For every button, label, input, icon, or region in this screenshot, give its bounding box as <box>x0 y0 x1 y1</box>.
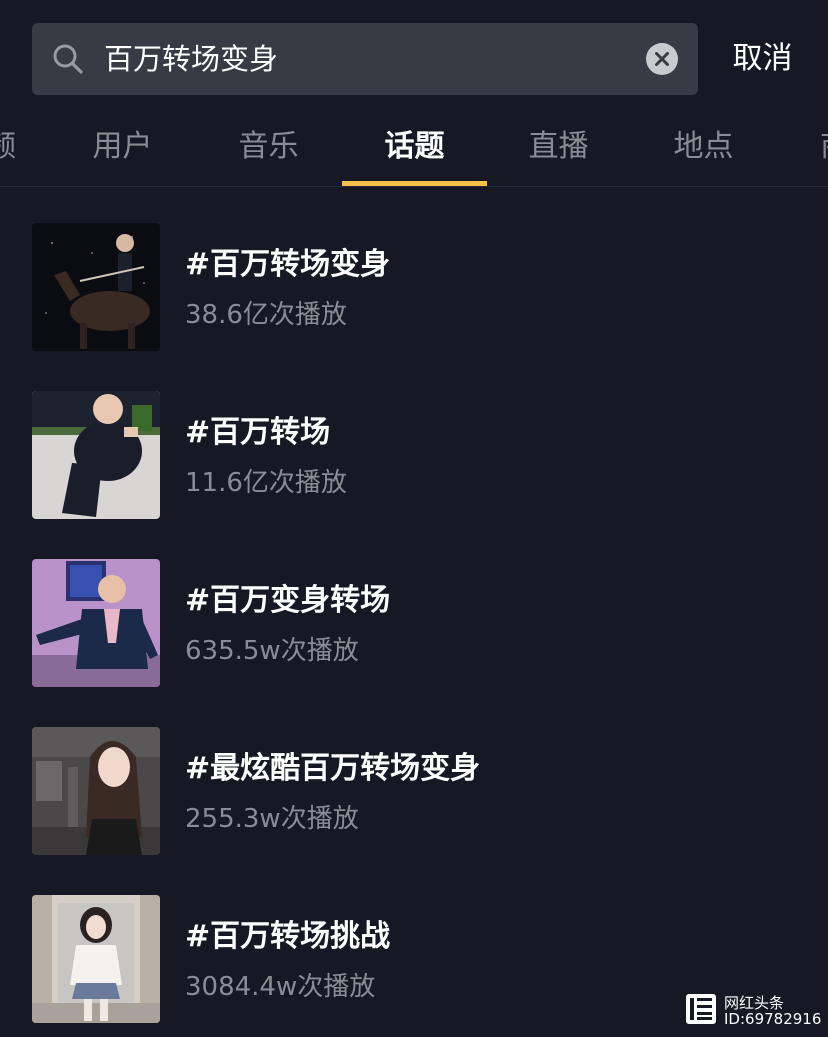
topic-view-count: 3084.4w次播放 <box>185 972 376 1002</box>
tab-users[interactable]: 用户 <box>70 110 175 186</box>
topic-title: #百万转场 <box>185 415 331 450</box>
topic-item[interactable]: #百万转场 11.6亿次播放 <box>32 391 812 519</box>
topic-title: #百万转场挑战 <box>185 919 391 954</box>
search-category-tabs: 频 用户 音乐 话题 直播 地点 商 <box>0 110 828 187</box>
topic-item[interactable]: #百万变身转场 635.5w次播放 <box>32 559 812 687</box>
topic-view-count: 255.3w次播放 <box>185 804 359 834</box>
watermark-id: ID:69782916 <box>724 1010 822 1028</box>
topic-thumbnail <box>32 559 160 687</box>
clear-icon[interactable] <box>646 43 678 75</box>
tab-music[interactable]: 音乐 <box>216 110 321 186</box>
tab-live[interactable]: 直播 <box>506 110 611 186</box>
topic-view-count: 11.6亿次播放 <box>185 468 347 498</box>
tab-video[interactable]: 频 <box>0 110 21 186</box>
tab-places[interactable]: 地点 <box>651 110 756 186</box>
topic-title: #百万转场变身 <box>185 247 391 282</box>
topic-thumbnail <box>32 223 160 351</box>
search-bar[interactable]: 百万转场变身 <box>32 23 698 95</box>
topic-thumbnail <box>32 391 160 519</box>
active-tab-indicator <box>342 181 487 186</box>
search-icon <box>52 43 84 75</box>
search-input[interactable]: 百万转场变身 <box>104 23 278 95</box>
topic-view-count: 635.5w次播放 <box>185 636 359 666</box>
topic-thumbnail <box>32 895 160 1023</box>
topic-thumbnail <box>32 727 160 855</box>
cancel-button[interactable]: 取消 <box>720 23 805 95</box>
topic-item[interactable]: #最炫酷百万转场变身 255.3w次播放 <box>32 727 812 855</box>
topic-view-count: 38.6亿次播放 <box>185 300 347 330</box>
topic-title: #百万变身转场 <box>185 583 391 618</box>
topic-title: #最炫酷百万转场变身 <box>185 751 481 786</box>
topic-item[interactable]: #百万转场变身 38.6亿次播放 <box>32 223 812 351</box>
tab-shop[interactable]: 商 <box>815 110 828 186</box>
watermark-logo-icon <box>686 994 716 1024</box>
tab-topics[interactable]: 话题 <box>342 110 487 186</box>
